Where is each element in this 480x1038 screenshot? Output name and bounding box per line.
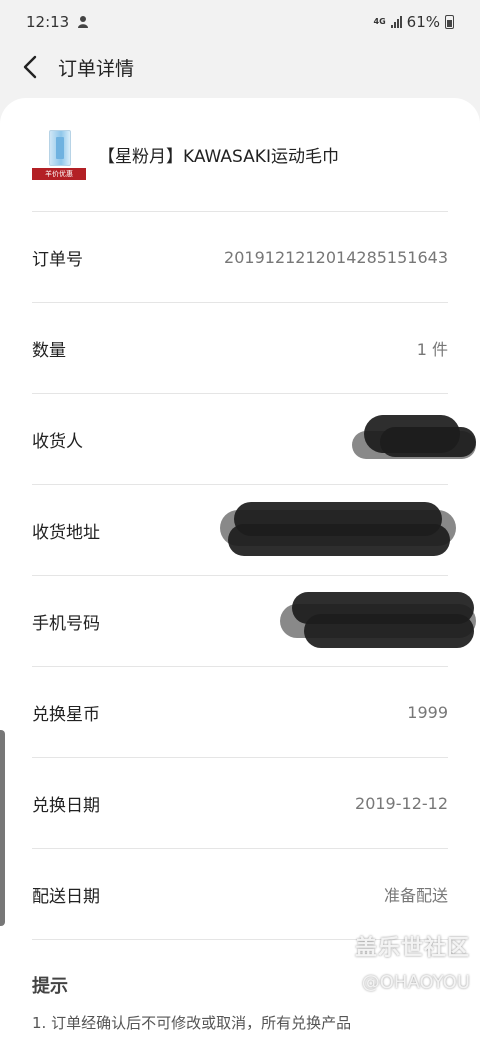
- order-number-label: 订单号: [32, 249, 83, 270]
- network-type: 4G: [373, 17, 386, 26]
- star-coins-label: 兑换星币: [32, 704, 100, 725]
- battery-percent: 61%: [406, 13, 440, 31]
- detail-row-exchange-date: 兑换日期 2019-12-12: [32, 758, 448, 849]
- signal-icon: [390, 16, 402, 28]
- detail-row-recipient: 收货人: [32, 394, 476, 485]
- exchange-date-label: 兑换日期: [32, 795, 100, 816]
- address-redacted: [220, 500, 458, 560]
- page-title: 订单详情: [58, 57, 135, 80]
- product-thumbnail: 羊价优惠: [32, 129, 86, 180]
- order-number-value: 20191212120142851516​43: [224, 247, 448, 267]
- battery-icon: [445, 15, 454, 29]
- product-row[interactable]: 羊价优惠 【星粉月】KAWASAKI运动毛巾: [32, 98, 448, 212]
- status-time: 12:13: [26, 13, 70, 31]
- delivery-date-value: 准备配送: [383, 886, 448, 905]
- quantity-label: 数量: [32, 340, 66, 361]
- recipient-label: 收货人: [32, 431, 83, 452]
- recipient-redacted: [350, 411, 480, 467]
- quantity-value: 1 件: [416, 340, 448, 359]
- detail-row-quantity: 数量 1 件: [32, 303, 448, 394]
- edge-panel-handle[interactable]: [0, 730, 5, 926]
- phone-label: 手机号码: [32, 613, 100, 634]
- product-tag: 羊价优惠: [32, 167, 86, 180]
- star-coins-value: 1999: [407, 702, 448, 722]
- back-arrow-icon[interactable]: [18, 55, 42, 79]
- top-app-bar: 订单详情: [0, 44, 480, 90]
- status-bar: 12:13 4G 61%: [0, 0, 480, 44]
- notification-icon: [78, 16, 89, 28]
- detail-row-phone: 手机号码: [32, 576, 476, 667]
- delivery-date-label: 配送日期: [32, 886, 100, 907]
- watermark-handle: @OHAOYOU: [361, 972, 470, 993]
- detail-row-star-coins: 兑换星币 1999: [32, 667, 448, 758]
- watermark: 盖乐世社区 @OHAOYOU: [355, 930, 470, 993]
- order-detail-card: 羊价优惠 【星粉月】KAWASAKI运动毛巾 订单号 2019121212014…: [0, 98, 480, 1038]
- detail-row-delivery-date: 配送日期 准备配送: [32, 849, 448, 940]
- product-name: 【星粉月】KAWASAKI运动毛巾: [98, 147, 339, 167]
- exchange-date-value: 2019-12-12: [355, 793, 448, 813]
- address-label: 收货地址: [32, 522, 100, 543]
- detail-row-address: 收货地址: [32, 485, 456, 576]
- watermark-title: 盖乐世社区: [354, 936, 470, 961]
- detail-row-order-number: 订单号 20191212120142851516​43: [32, 212, 448, 303]
- phone-redacted: [280, 590, 480, 652]
- tips-text: 1. 订单经确认后不可修改或取消，所有兑换产品: [32, 1014, 352, 1032]
